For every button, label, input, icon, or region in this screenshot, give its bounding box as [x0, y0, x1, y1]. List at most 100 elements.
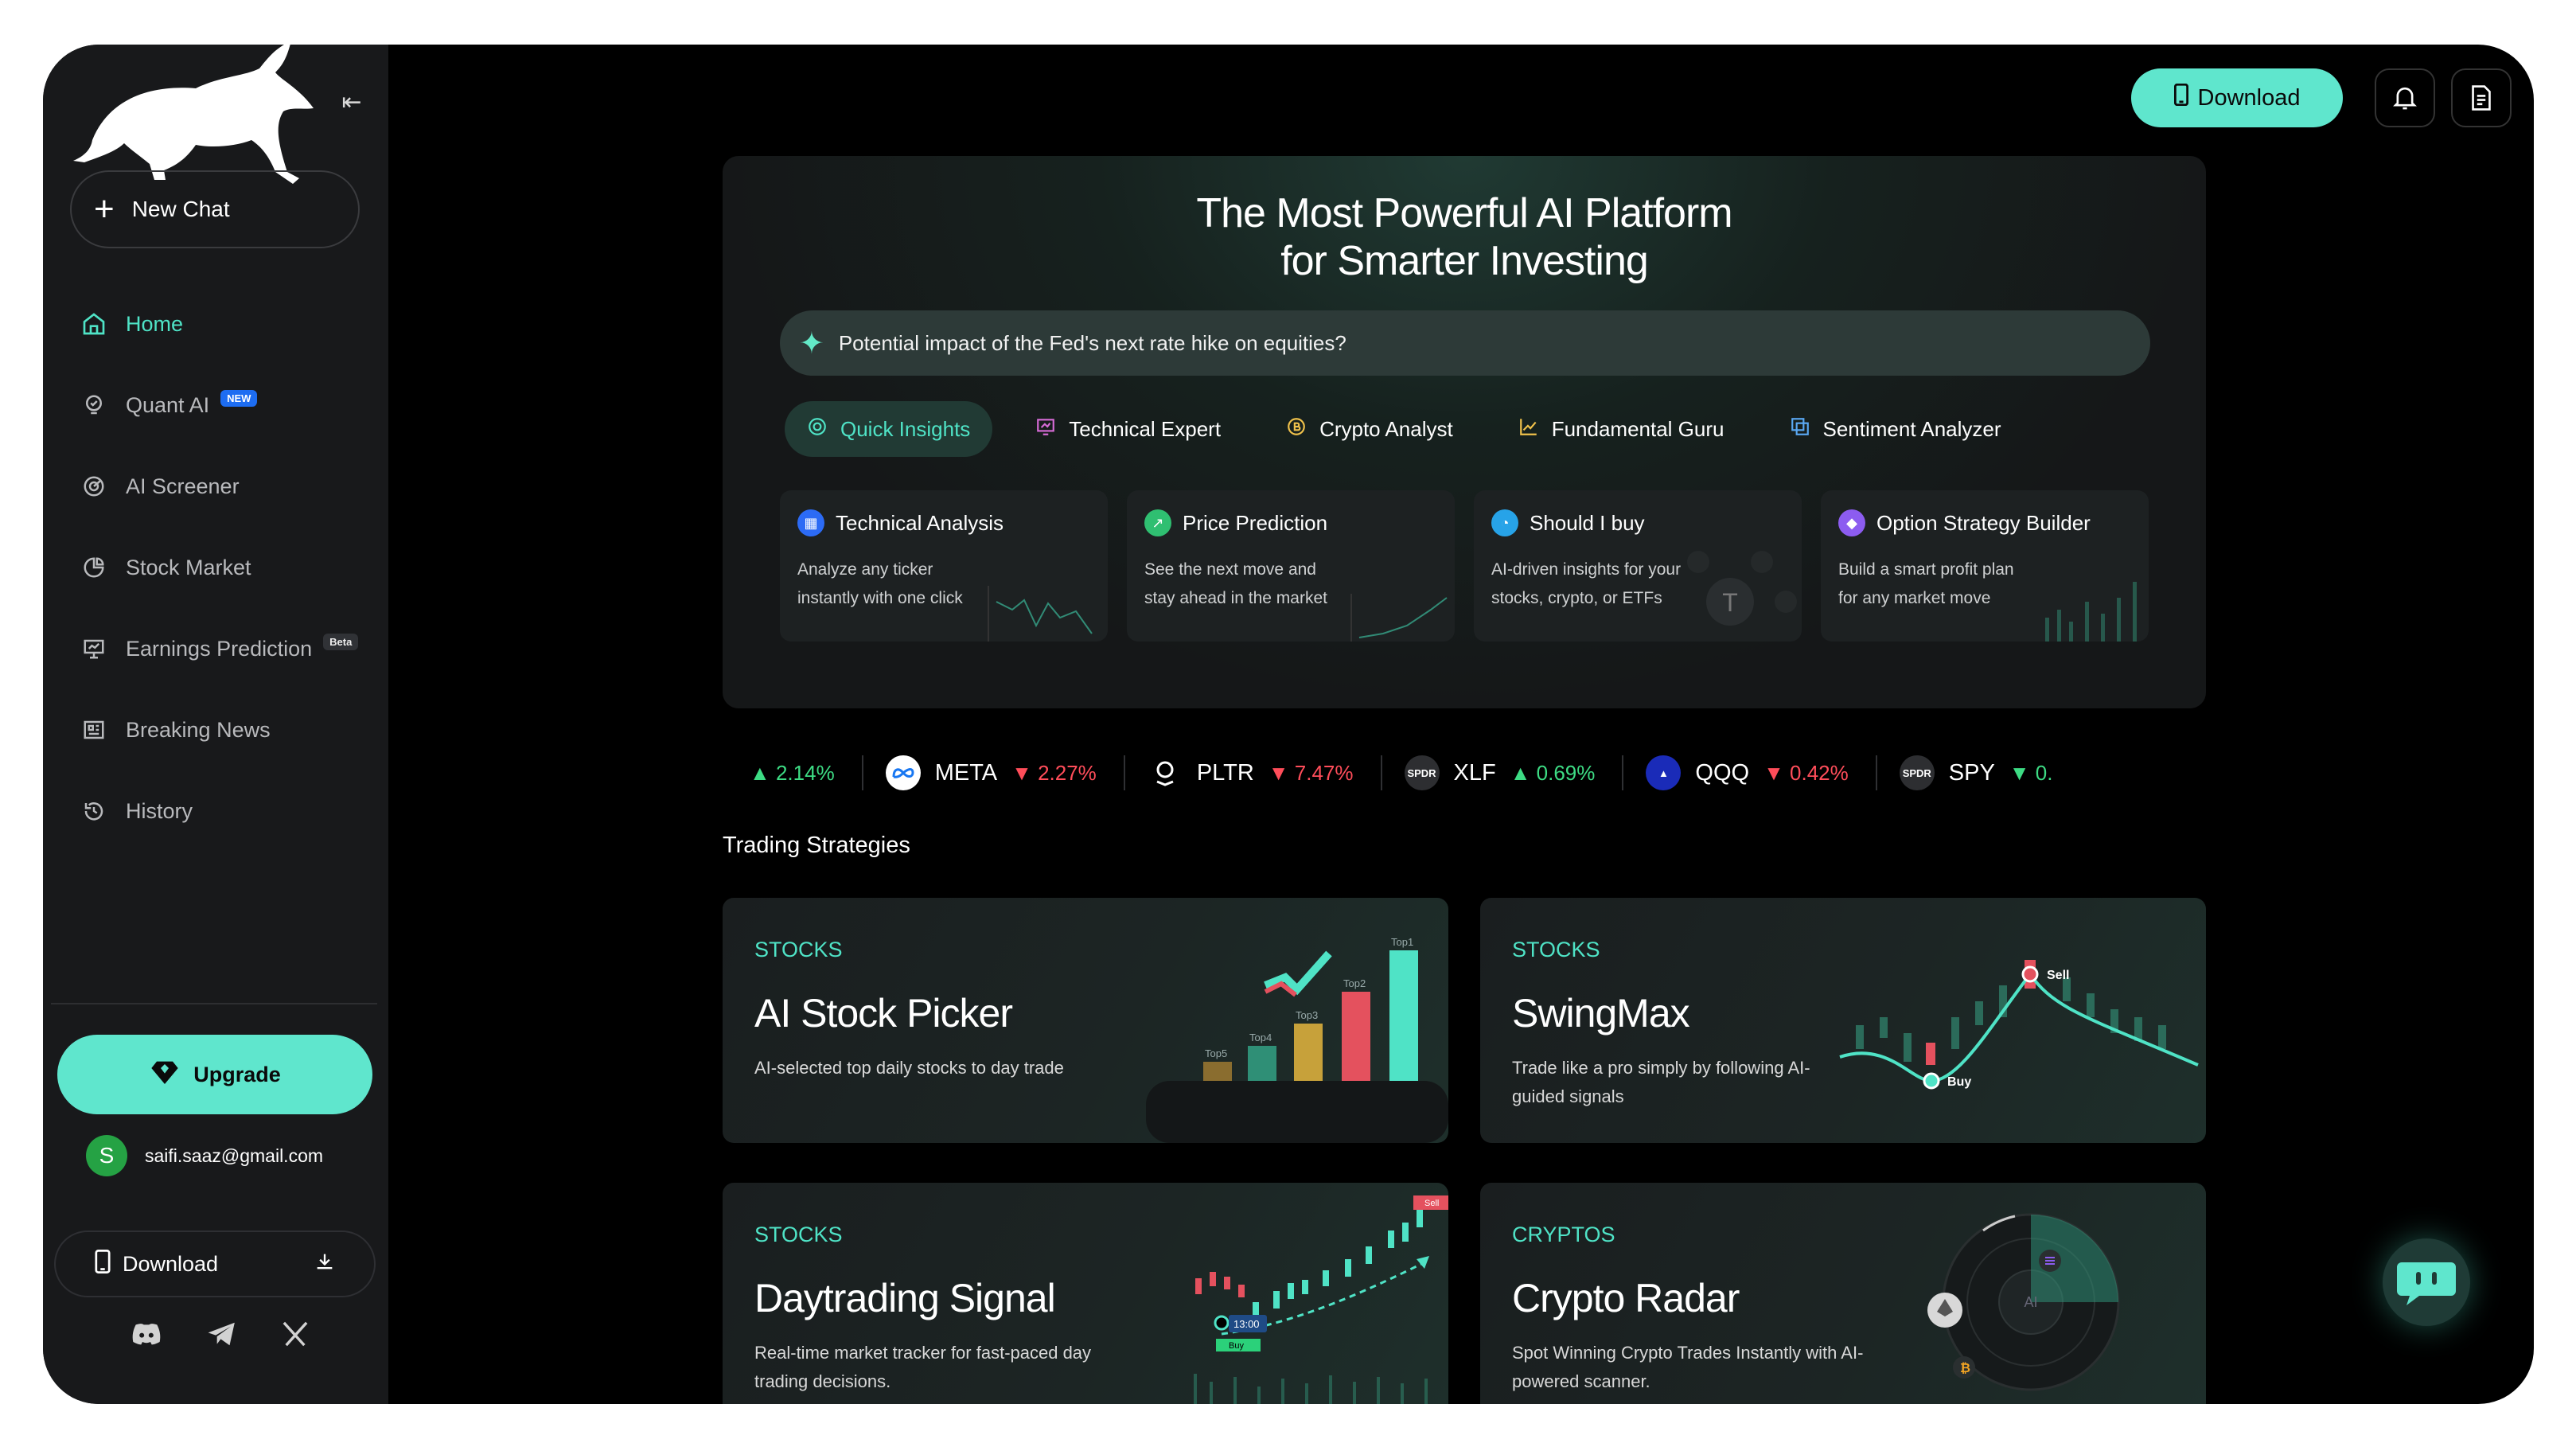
- card-title: Option Strategy Builder: [1876, 510, 2091, 535]
- candlestick-illustration: Sell 13:00 Buy: [1194, 1195, 1448, 1404]
- coin-icon: [1286, 416, 1307, 443]
- bulb-icon: [80, 391, 108, 419]
- sidebar-item-history[interactable]: History: [80, 770, 374, 852]
- social-links: [131, 1321, 309, 1353]
- tab-crypto-analyst[interactable]: Crypto Analyst: [1264, 401, 1475, 457]
- phone-icon: [2173, 83, 2188, 112]
- ticker-item-qqq[interactable]: ▲ QQQ ▼ 0.42%: [1623, 755, 1877, 790]
- ticker-item-pltr[interactable]: PLTR ▼ 7.47%: [1125, 755, 1382, 790]
- buy-label: Buy: [1947, 1075, 1971, 1089]
- discord-icon[interactable]: [131, 1321, 162, 1353]
- strategy-card-daytrading-signal[interactable]: STOCKS Daytrading Signal Real-time marke…: [723, 1183, 1448, 1404]
- card-chart-decoration: [1350, 594, 1448, 642]
- card-price-prediction[interactable]: ↗ Price Prediction See the next move and…: [1127, 490, 1455, 642]
- card-desc: Real-time market tracker for fast-paced …: [754, 1343, 1092, 1391]
- should-i-buy-icon: ◔: [1491, 509, 1518, 536]
- ticker-item-spy[interactable]: SPDR SPY ▼ 0.: [1877, 755, 2080, 790]
- radar-icon: [80, 472, 108, 501]
- card-title: Technical Analysis: [836, 510, 1004, 535]
- collapse-sidebar-icon[interactable]: ⇤: [336, 86, 368, 118]
- ticker-change: ▲ 2.14%: [750, 760, 835, 785]
- x-twitter-icon[interactable]: [282, 1321, 309, 1353]
- notifications-button[interactable]: [2375, 68, 2435, 127]
- swing-chart-illustration: Sell Buy: [1839, 960, 2199, 1090]
- sidebar-item-ai-screener[interactable]: AI Screener: [80, 446, 374, 527]
- technical-analysis-icon: ▦: [797, 509, 824, 536]
- card-bars-decoration: [2045, 582, 2137, 642]
- upgrade-button[interactable]: Upgrade: [57, 1035, 372, 1114]
- invesco-logo-icon: ▲: [1646, 755, 1682, 790]
- svg-text:T: T: [1722, 588, 1738, 617]
- ticker-change: ▼ 0.42%: [1763, 760, 1849, 785]
- ticker-symbol: XLF: [1453, 759, 1496, 786]
- card-should-i-buy[interactable]: ◔ Should I buy AI-driven insights for yo…: [1474, 490, 1802, 642]
- app-window: ⇤ + New Chat Home Quant AI NEW AI Screen…: [43, 45, 2534, 1404]
- card-option-strategy-builder[interactable]: ◆ Option Strategy Builder Build a smart …: [1821, 490, 2149, 642]
- chat-bot-icon: [2397, 1262, 2456, 1305]
- user-email: saifi.saaz@gmail.com: [145, 1145, 324, 1166]
- sidebar-item-label: Home: [126, 311, 184, 336]
- card-desc: See the next move and stay ahead in the …: [1144, 560, 1327, 607]
- user-profile[interactable]: S saifi.saaz@gmail.com: [86, 1135, 323, 1176]
- ticker-change: ▲ 0.69%: [1510, 760, 1596, 785]
- option-strategy-icon: ◆: [1838, 509, 1865, 536]
- tab-technical-expert[interactable]: Technical Expert: [1013, 401, 1243, 457]
- new-chat-label: New Chat: [131, 197, 230, 221]
- sidebar-item-home[interactable]: Home: [80, 283, 374, 365]
- sidebar-item-label: AI Screener: [126, 474, 240, 498]
- header-download-button[interactable]: Download: [2131, 68, 2343, 127]
- card-category: STOCKS: [754, 1223, 843, 1246]
- tab-fundamental-guru[interactable]: Fundamental Guru: [1496, 401, 1747, 457]
- document-button[interactable]: [2451, 68, 2512, 127]
- ticker-change: ▼ 2.27%: [1011, 760, 1097, 785]
- card-title: Daytrading Signal: [754, 1276, 1056, 1320]
- card-desc: Analyze any ticker instantly with one cl…: [797, 560, 963, 607]
- sidebar: ⇤ + New Chat Home Quant AI NEW AI Screen…: [43, 45, 388, 1404]
- card-title: Price Prediction: [1183, 510, 1328, 535]
- meta-logo-icon: [885, 755, 921, 790]
- chat-support-button[interactable]: [2383, 1238, 2470, 1326]
- sidebar-item-label: History: [126, 798, 193, 823]
- sidebar-item-breaking-news[interactable]: Breaking News: [80, 689, 374, 770]
- sidebar-item-label: Quant AI: [126, 392, 210, 417]
- card-technical-analysis[interactable]: ▦ Technical Analysis Analyze any ticker …: [780, 490, 1108, 642]
- strategy-card-crypto-radar[interactable]: CRYPTOS Crypto Radar Spot Winning Crypto…: [1480, 1183, 2206, 1404]
- sidebar-item-stock-market[interactable]: Stock Market: [80, 527, 374, 608]
- download-arrow-icon: [314, 1250, 336, 1278]
- ai-label: AI: [2024, 1294, 2037, 1310]
- tab-label: Fundamental Guru: [1551, 416, 1724, 441]
- insights-icon: [807, 416, 828, 443]
- prompt-input[interactable]: ✦ Potential impact of the Fed's next rat…: [780, 310, 2150, 376]
- card-category: STOCKS: [754, 938, 843, 961]
- top-picks-illustration: Top5 Top4 Top3 Top2 Top1: [1146, 936, 1448, 1143]
- ticker-item-meta[interactable]: META ▼ 2.27%: [863, 755, 1125, 790]
- label-top4: Top4: [1249, 1032, 1272, 1043]
- ticker-item-xlf[interactable]: SPDR XLF ▲ 0.69%: [1382, 755, 1624, 790]
- sidebar-download-button[interactable]: Download: [54, 1231, 376, 1297]
- tab-sentiment-analyzer[interactable]: Sentiment Analyzer: [1767, 401, 2024, 457]
- upgrade-label: Upgrade: [193, 1062, 281, 1086]
- card-desc: Spot Winning Crypto Trades Instantly wit…: [1512, 1343, 1864, 1391]
- strategy-card-ai-stock-picker[interactable]: STOCKS AI Stock Picker AI-selected top d…: [723, 898, 1448, 1143]
- tab-label: Quick Insights: [840, 416, 971, 441]
- sidebar-item-quant-ai[interactable]: Quant AI NEW: [80, 365, 374, 446]
- sidebar-item-label: Breaking News: [126, 717, 271, 742]
- quick-cards: ▦ Technical Analysis Analyze any ticker …: [780, 490, 2149, 642]
- tab-quick-insights[interactable]: Quick Insights: [785, 401, 993, 457]
- ticker-symbol: META: [934, 759, 998, 786]
- sell-tag: Sell: [1424, 1199, 1439, 1208]
- phone-icon: [94, 1249, 111, 1279]
- sidebar-item-earnings-prediction[interactable]: Earnings Prediction Beta: [80, 608, 374, 689]
- new-chat-button[interactable]: + New Chat: [70, 170, 360, 248]
- tab-label: Crypto Analyst: [1319, 416, 1453, 441]
- label-top3: Top3: [1296, 1009, 1318, 1021]
- section-title: Trading Strategies: [723, 833, 910, 858]
- strategy-card-swingmax[interactable]: STOCKS SwingMax Trade like a pro simply …: [1480, 898, 2206, 1143]
- telegram-icon[interactable]: [207, 1321, 237, 1353]
- line-chart-icon: [1518, 416, 1539, 443]
- card-title: Crypto Radar: [1512, 1276, 1740, 1320]
- ticker-item[interactable]: ▲ 2.14%: [723, 755, 863, 790]
- tab-label: Technical Expert: [1069, 416, 1222, 441]
- sidebar-divider: [51, 1003, 377, 1004]
- card-desc: AI-selected top daily stocks to day trad…: [754, 1058, 1064, 1078]
